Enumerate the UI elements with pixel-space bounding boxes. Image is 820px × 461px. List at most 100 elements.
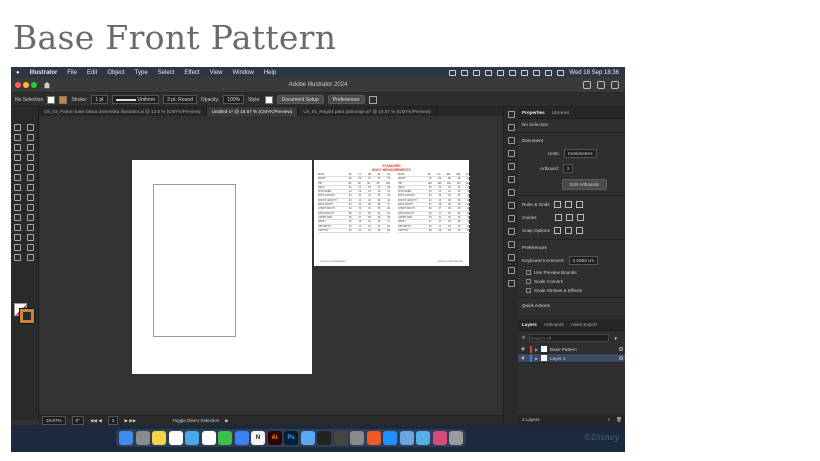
visibility-eye-icon[interactable]: ◉ [521,346,527,352]
layer-row-layer-1[interactable]: ◉ ▶ Layer 1 [518,354,625,363]
mesh-tool-icon[interactable] [14,214,21,221]
line-tool-icon[interactable] [27,154,34,161]
menu-effect[interactable]: Effect [179,70,204,76]
monitor-status-icon[interactable] [473,69,481,76]
trash-icon[interactable] [449,431,463,445]
window-status-icon[interactable] [461,69,469,76]
system-settings-icon[interactable] [350,431,364,445]
tab-patron-base[interactable]: U5_03_Patron base blusa domestika illust… [39,107,207,116]
status-menu-chevron-icon[interactable]: ▶ [225,418,229,424]
next-artboard-icon[interactable]: ▶ ▶▶ [124,418,136,424]
battery-icon[interactable] [521,69,529,76]
search-icon[interactable] [583,81,591,89]
brushes-panel-icon[interactable] [507,150,515,157]
wifi-icon[interactable] [533,69,541,76]
safari-icon[interactable] [300,431,315,445]
curvature-tool-icon[interactable] [27,144,34,151]
style-swatch[interactable] [264,95,273,104]
document-setup-button[interactable]: Document Setup [276,95,324,104]
lasso-tool-icon[interactable] [27,134,34,141]
workspace-icon[interactable] [597,81,605,89]
ruler-icon[interactable] [553,201,561,208]
pen-tool-icon[interactable] [14,144,21,151]
edit-artboards-button[interactable]: Edit Artboards [562,179,607,190]
photoshop-icon[interactable]: Ps [284,431,298,445]
photos-icon[interactable] [168,431,183,445]
menu-app-name[interactable]: Illustrator [25,70,63,76]
menu-type[interactable]: Type [130,70,153,76]
preferences-button[interactable]: Preferences [327,95,365,104]
activity-icon[interactable] [333,431,348,445]
visibility-eye-icon[interactable]: ◉ [521,355,527,361]
fill-swatch[interactable] [47,95,56,104]
launchpad-icon[interactable] [135,431,150,445]
layer-target-icon[interactable] [619,347,623,351]
color-panel-icon[interactable] [507,124,515,131]
transparency-panel-icon[interactable] [507,202,515,209]
rotation-field[interactable]: 0° [71,416,84,425]
app-store-icon[interactable] [383,431,397,445]
clock-status-icon[interactable] [509,69,517,76]
free-transform-tool-icon[interactable] [27,194,34,201]
menu-edit[interactable]: Edit [82,70,102,76]
blend-tool-icon[interactable] [27,224,34,231]
menu-window[interactable]: Window [228,70,259,76]
share-icon[interactable] [611,81,619,89]
fill-stroke-widget[interactable] [14,303,36,325]
shape-builder-tool-icon[interactable] [14,204,21,211]
show-guides-icon[interactable] [554,214,562,221]
artboard-number-field[interactable]: 2 [107,416,119,425]
units-dropdown[interactable]: Centimeters [563,149,597,158]
stroke-profile-dropdown[interactable]: Uniform [111,95,160,104]
pattern-rectangle[interactable] [153,184,236,337]
terminal-icon[interactable] [317,431,331,445]
expand-chevron-icon[interactable]: ▶ [535,347,538,352]
brave-icon[interactable] [366,431,381,445]
gradient-tool-icon[interactable] [27,214,34,221]
new-layer-icon[interactable]: + [607,417,610,422]
menu-object[interactable]: Object [102,70,129,76]
volume-status-icon[interactable] [485,69,493,76]
tab-asset-export[interactable]: Asset Export [571,322,597,327]
zoom-field[interactable]: 16.67% [42,416,66,425]
links-panel-icon[interactable] [507,254,515,261]
tab-libraries[interactable]: Libraries [552,110,570,115]
selection-tool-icon[interactable] [14,124,21,131]
hand-tool-icon[interactable] [14,254,21,261]
expand-chevron-icon[interactable]: ▶ [535,356,538,361]
graph-tool-icon[interactable] [27,234,34,241]
layer-row-base-pattern[interactable]: ◉ ▶ Base Pattern [518,345,625,354]
smart-guides-icon[interactable] [576,214,584,221]
snap-point-icon[interactable] [553,227,561,234]
folder-icon[interactable] [416,431,430,445]
layers-search-input[interactable] [529,334,610,342]
keyboard-increment-field[interactable]: 0.0353 cm [568,256,599,265]
zoom-tool-icon[interactable] [27,254,34,261]
calendar-icon[interactable] [201,431,216,445]
scale-strokes-checkbox[interactable]: Scale Strokes & Effects [518,286,625,295]
stroke-weight-field[interactable]: 1 pt [91,95,108,104]
pixel-grid-icon[interactable] [575,201,583,208]
pathfinder-panel-icon[interactable] [507,280,515,287]
slice-tool-icon[interactable] [27,244,34,251]
symbols-panel-icon[interactable] [507,163,515,170]
opacity-field[interactable]: 100% [223,95,245,104]
prev-artboard-icon[interactable]: ◀◀ ◀ [90,418,102,424]
direct-selection-tool-icon[interactable] [27,124,34,131]
rectangle-tool-icon[interactable] [14,164,21,171]
appearance-panel-icon[interactable] [507,215,515,222]
symbol-sprayer-tool-icon[interactable] [14,234,21,241]
grid-icon[interactable] [564,201,572,208]
eraser-tool-icon[interactable] [27,174,34,181]
type-tool-icon[interactable] [14,154,21,161]
keynote-icon[interactable] [234,431,249,445]
notion-icon[interactable]: N [251,431,265,445]
snap-pixel-icon[interactable] [564,227,572,234]
delete-layer-icon[interactable]: 🗑 [616,417,622,423]
align-panel-icon[interactable] [507,267,515,274]
stroke-panel-icon[interactable] [507,176,515,183]
layer-target-icon[interactable] [619,356,623,360]
numbers-icon[interactable] [218,431,232,445]
arrange-icon[interactable] [368,95,377,104]
properties-panel-icon[interactable] [507,111,515,118]
